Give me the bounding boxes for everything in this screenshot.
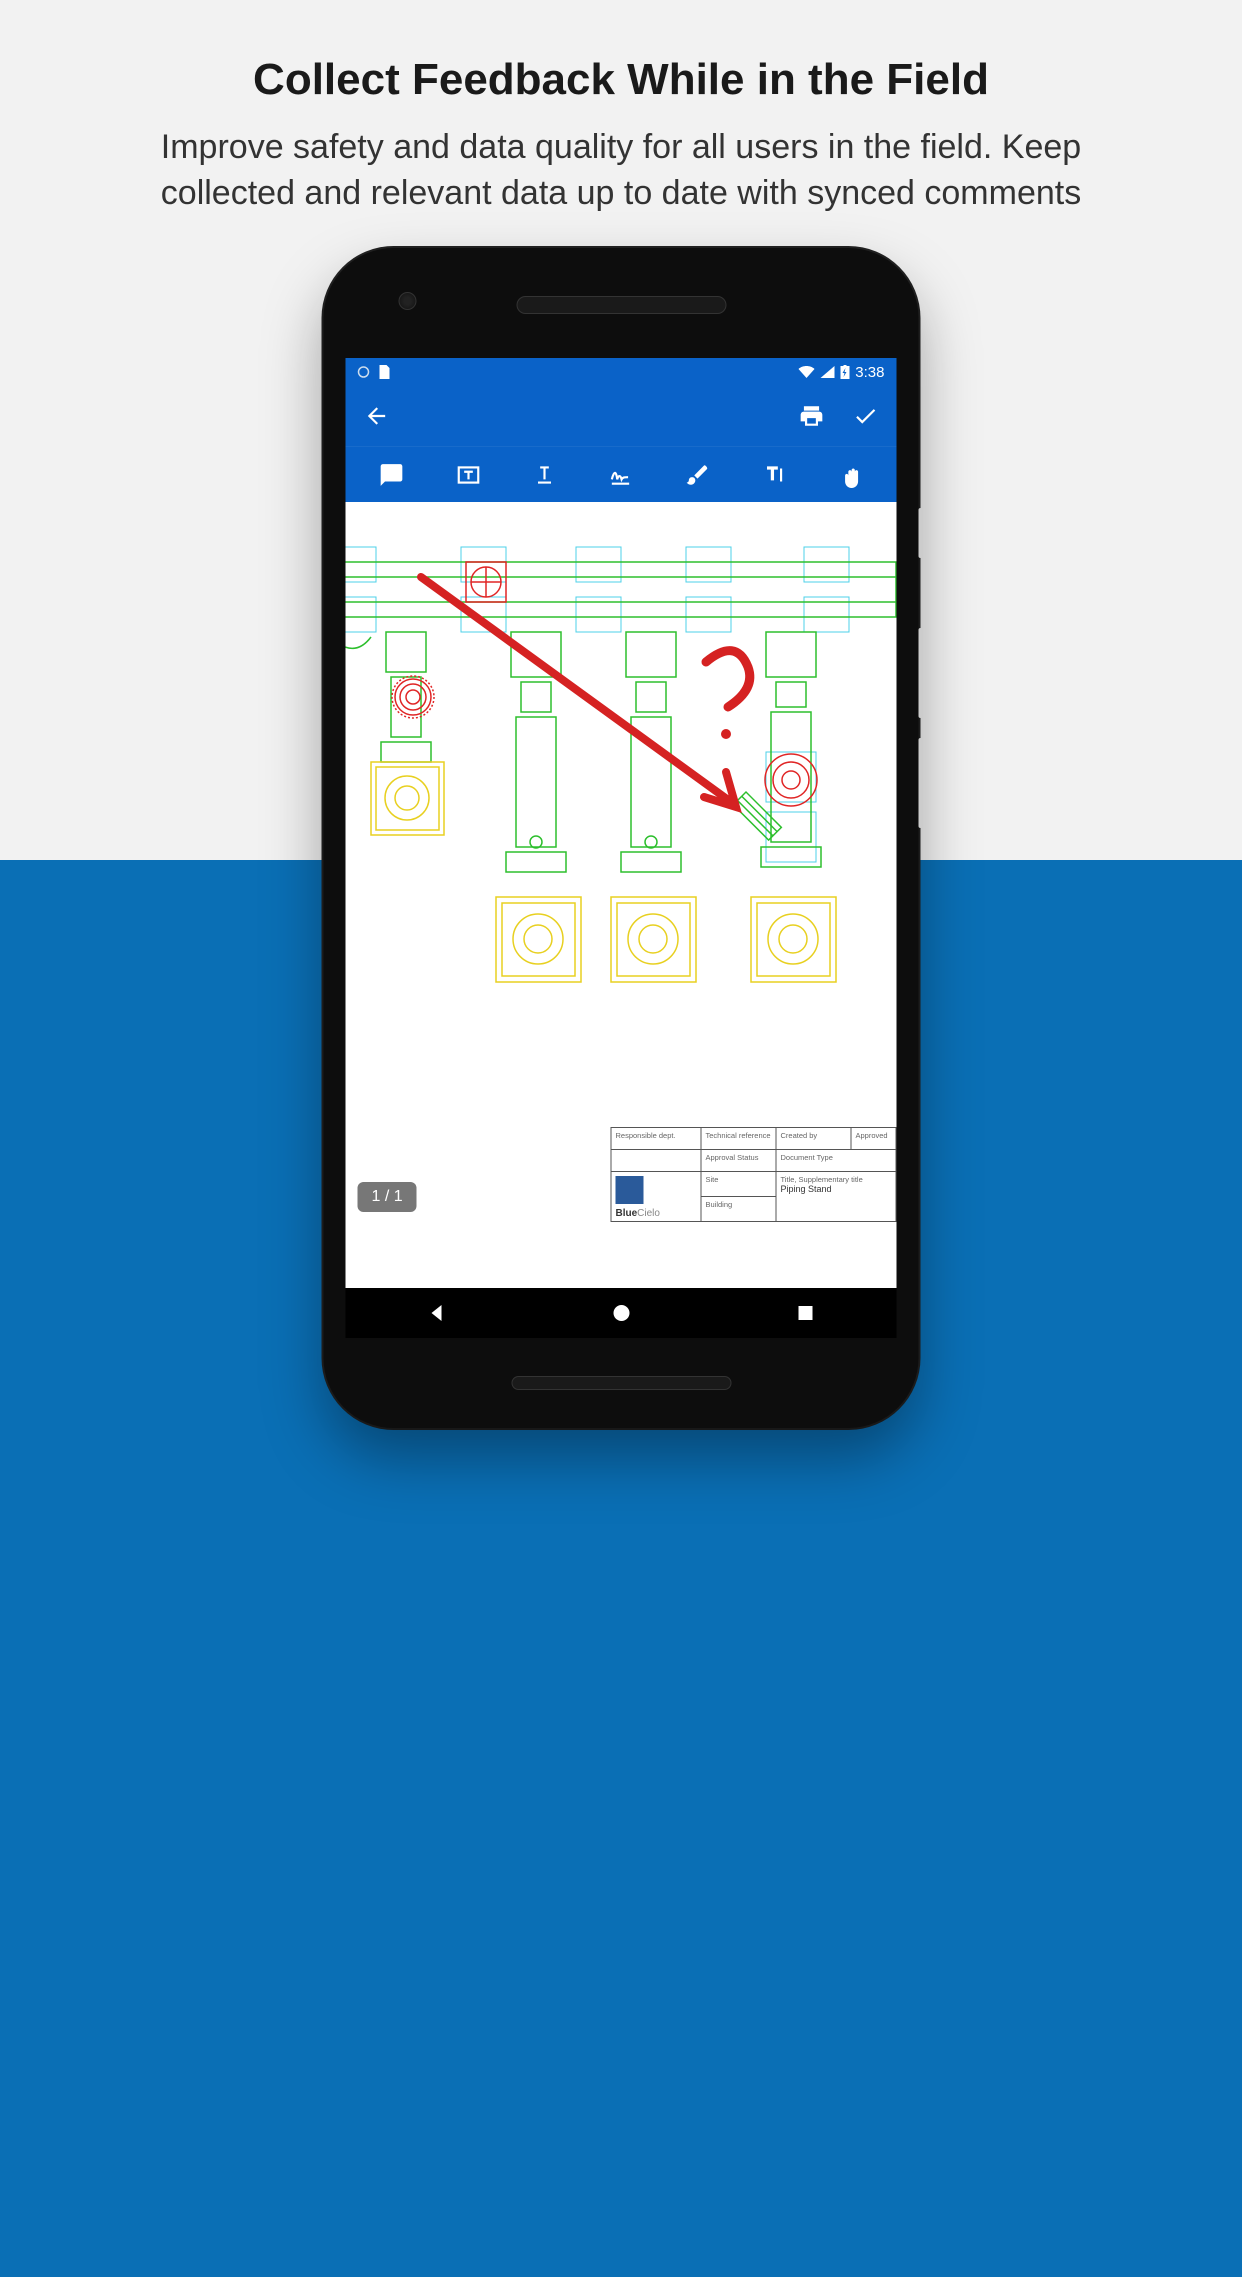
tb-approval-status-label: Approval Status [706,1153,759,1162]
app-bar [346,386,897,446]
cell-signal-icon [820,366,834,378]
tb-building-label: Building [706,1200,733,1209]
status-dot-icon [358,366,370,378]
text-box-icon[interactable] [455,462,481,488]
print-icon[interactable] [799,403,825,429]
nav-recent-icon[interactable] [796,1304,814,1322]
nav-home-icon[interactable] [612,1303,632,1323]
phone-camera [399,292,417,310]
battery-charging-icon [840,365,849,379]
tb-title-value: Piping Stand [781,1184,832,1194]
drawing-title-block: Responsible dept. Technical reference Cr… [611,1127,897,1222]
phone-frame: 3:38 [324,248,919,1428]
phone-side-button [919,508,923,558]
phone-screen: 3:38 [346,358,897,1338]
tb-resp-dept-label: Responsible dept. [616,1131,676,1140]
bluecielo-logo-text: BlueCielo [616,1208,660,1219]
tb-doc-type-label: Document Type [781,1153,833,1162]
page-counter: 1 / 1 [358,1182,417,1212]
status-bar: 3:38 [346,358,897,386]
tb-tech-ref-label: Technical reference [706,1131,771,1140]
tb-created-by-label: Created by [781,1131,818,1140]
nav-back-icon[interactable] [428,1303,448,1323]
cad-schematic [346,502,897,1222]
text-cursor-icon[interactable] [761,462,787,488]
phone-side-button [919,738,923,828]
marketing-headline: Collect Feedback While in the Field [0,0,1242,105]
phone-speaker-bottom [511,1376,731,1390]
annotation-toolbar [346,446,897,502]
wifi-icon [798,366,814,378]
drawing-canvas[interactable]: 1 / 1 Responsible dept. Technical refere… [346,502,897,1222]
sd-card-icon [378,365,390,379]
tb-title-label: Title, Supplementary title [781,1175,863,1184]
android-nav-bar [346,1288,897,1338]
tb-approved-label: Approved [856,1131,888,1140]
comment-icon[interactable] [379,462,405,488]
text-underline-icon[interactable] [532,462,558,488]
back-arrow-icon[interactable] [364,403,390,429]
marketing-subhead: Improve safety and data quality for all … [0,105,1242,217]
phone-speaker-top [516,296,726,314]
phone-side-button [919,628,923,718]
hand-pan-icon[interactable] [837,462,863,488]
signature-icon[interactable] [608,462,634,488]
status-time: 3:38 [855,364,884,381]
tb-site-label: Site [706,1175,719,1184]
brush-icon[interactable] [684,462,710,488]
bluecielo-logo-icon [616,1176,644,1204]
confirm-check-icon[interactable] [853,403,879,429]
